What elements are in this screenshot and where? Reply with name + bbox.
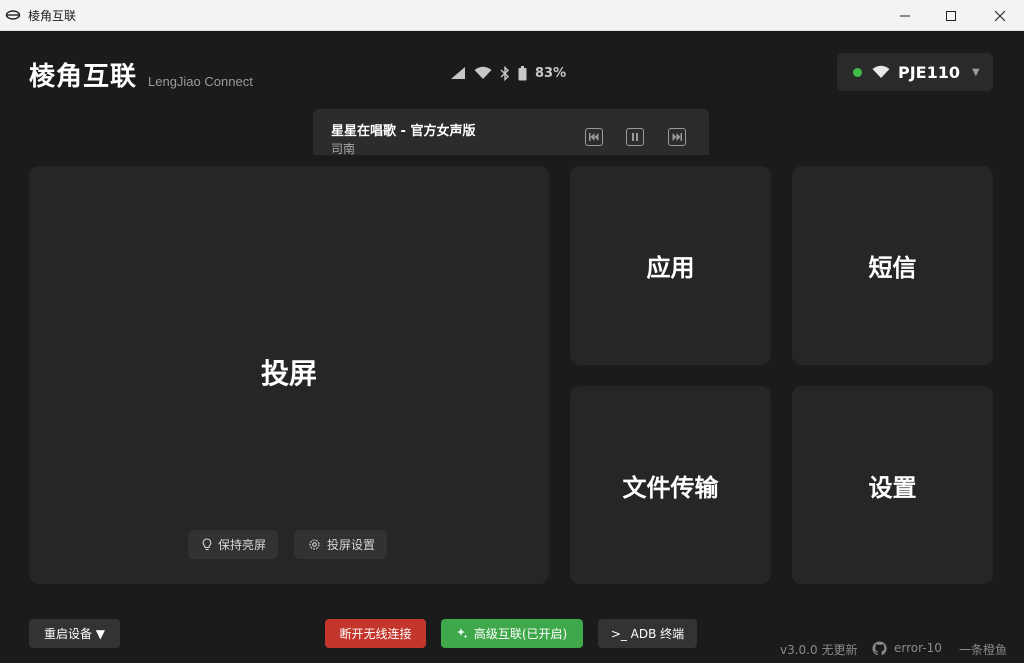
disconnect-wireless-label: 断开无线连接 <box>339 627 412 641</box>
close-button[interactable] <box>977 0 1023 31</box>
screen-cast-tile[interactable]: 投屏 <box>29 166 549 584</box>
author-link[interactable]: 一条橙鱼 <box>959 641 1007 658</box>
apps-tile[interactable]: 应用 <box>570 166 771 365</box>
title-bar: 棱角互联 <box>0 0 1024 31</box>
brand-subtitle: LengJiao Connect <box>148 74 253 89</box>
battery-level: 83% <box>535 65 567 81</box>
battery-icon <box>518 65 527 80</box>
github-icon <box>872 641 887 656</box>
song-artist: 司南 <box>331 142 356 155</box>
sms-tile[interactable]: 短信 <box>792 166 993 365</box>
settings-tile[interactable]: 设置 <box>792 386 993 584</box>
connection-status-dot <box>853 67 862 77</box>
advanced-connect-button[interactable]: 高级互联(已开启) <box>441 619 583 648</box>
advanced-connect-label: 高级互联(已开启) <box>473 627 568 641</box>
device-name: PJE110 <box>898 62 961 82</box>
wifi-icon <box>872 65 890 78</box>
pause-button[interactable] <box>626 128 644 146</box>
restart-device-button[interactable]: 重启设备 ▼ <box>29 619 120 648</box>
chevron-down-icon: ▼ <box>972 66 980 78</box>
settings-label: 设置 <box>868 473 917 502</box>
github-link[interactable]: error-10 <box>894 641 942 655</box>
song-title: 星星在唱歌 - 官方女声版 <box>331 124 476 139</box>
cellular-signal-icon <box>451 67 465 79</box>
phone-status: 83% <box>450 63 566 83</box>
disconnect-wireless-button[interactable]: 断开无线连接 <box>325 619 426 648</box>
next-track-button[interactable] <box>668 128 686 146</box>
sparkle-icon <box>456 628 468 639</box>
bluetooth-icon <box>500 65 510 81</box>
keep-awake-label: 保持亮屏 <box>218 538 267 552</box>
wifi-icon <box>474 66 492 79</box>
keep-awake-button[interactable]: 保持亮屏 <box>188 530 279 559</box>
brand-title: 棱角互联 <box>29 62 138 92</box>
minimize-icon <box>900 15 910 16</box>
close-icon <box>994 10 1006 21</box>
window-title: 棱角互联 <box>28 9 77 23</box>
maximize-icon <box>946 10 956 21</box>
screen-cast-label: 投屏 <box>260 357 317 390</box>
file-transfer-tile[interactable]: 文件传输 <box>570 386 771 584</box>
cast-settings-button[interactable]: 投屏设置 <box>294 530 388 559</box>
device-selector[interactable]: PJE110 ▼ <box>837 53 993 91</box>
app-logo-icon <box>5 10 21 20</box>
cast-settings-label: 投屏设置 <box>327 538 376 552</box>
apps-label: 应用 <box>646 254 695 282</box>
media-player: 星星在唱歌 - 官方女声版 司南 <box>313 109 709 155</box>
version-info: v3.0.0 无更新 <box>780 643 858 657</box>
next-track-icon <box>672 133 682 141</box>
file-transfer-label: 文件传输 <box>622 473 719 502</box>
restart-device-label: 重启设备 ▼ <box>43 627 106 641</box>
maximize-button[interactable] <box>928 0 974 31</box>
gear-icon <box>309 539 320 550</box>
pause-icon <box>632 133 638 141</box>
lightbulb-icon <box>202 538 212 551</box>
minimize-button[interactable] <box>882 0 928 31</box>
adb-terminal-button[interactable]: >_ ADB 终端 <box>598 619 697 648</box>
previous-track-button[interactable] <box>585 128 603 146</box>
sms-label: 短信 <box>868 254 917 282</box>
adb-terminal-label: >_ ADB 终端 <box>610 627 685 641</box>
previous-track-icon <box>589 133 599 141</box>
